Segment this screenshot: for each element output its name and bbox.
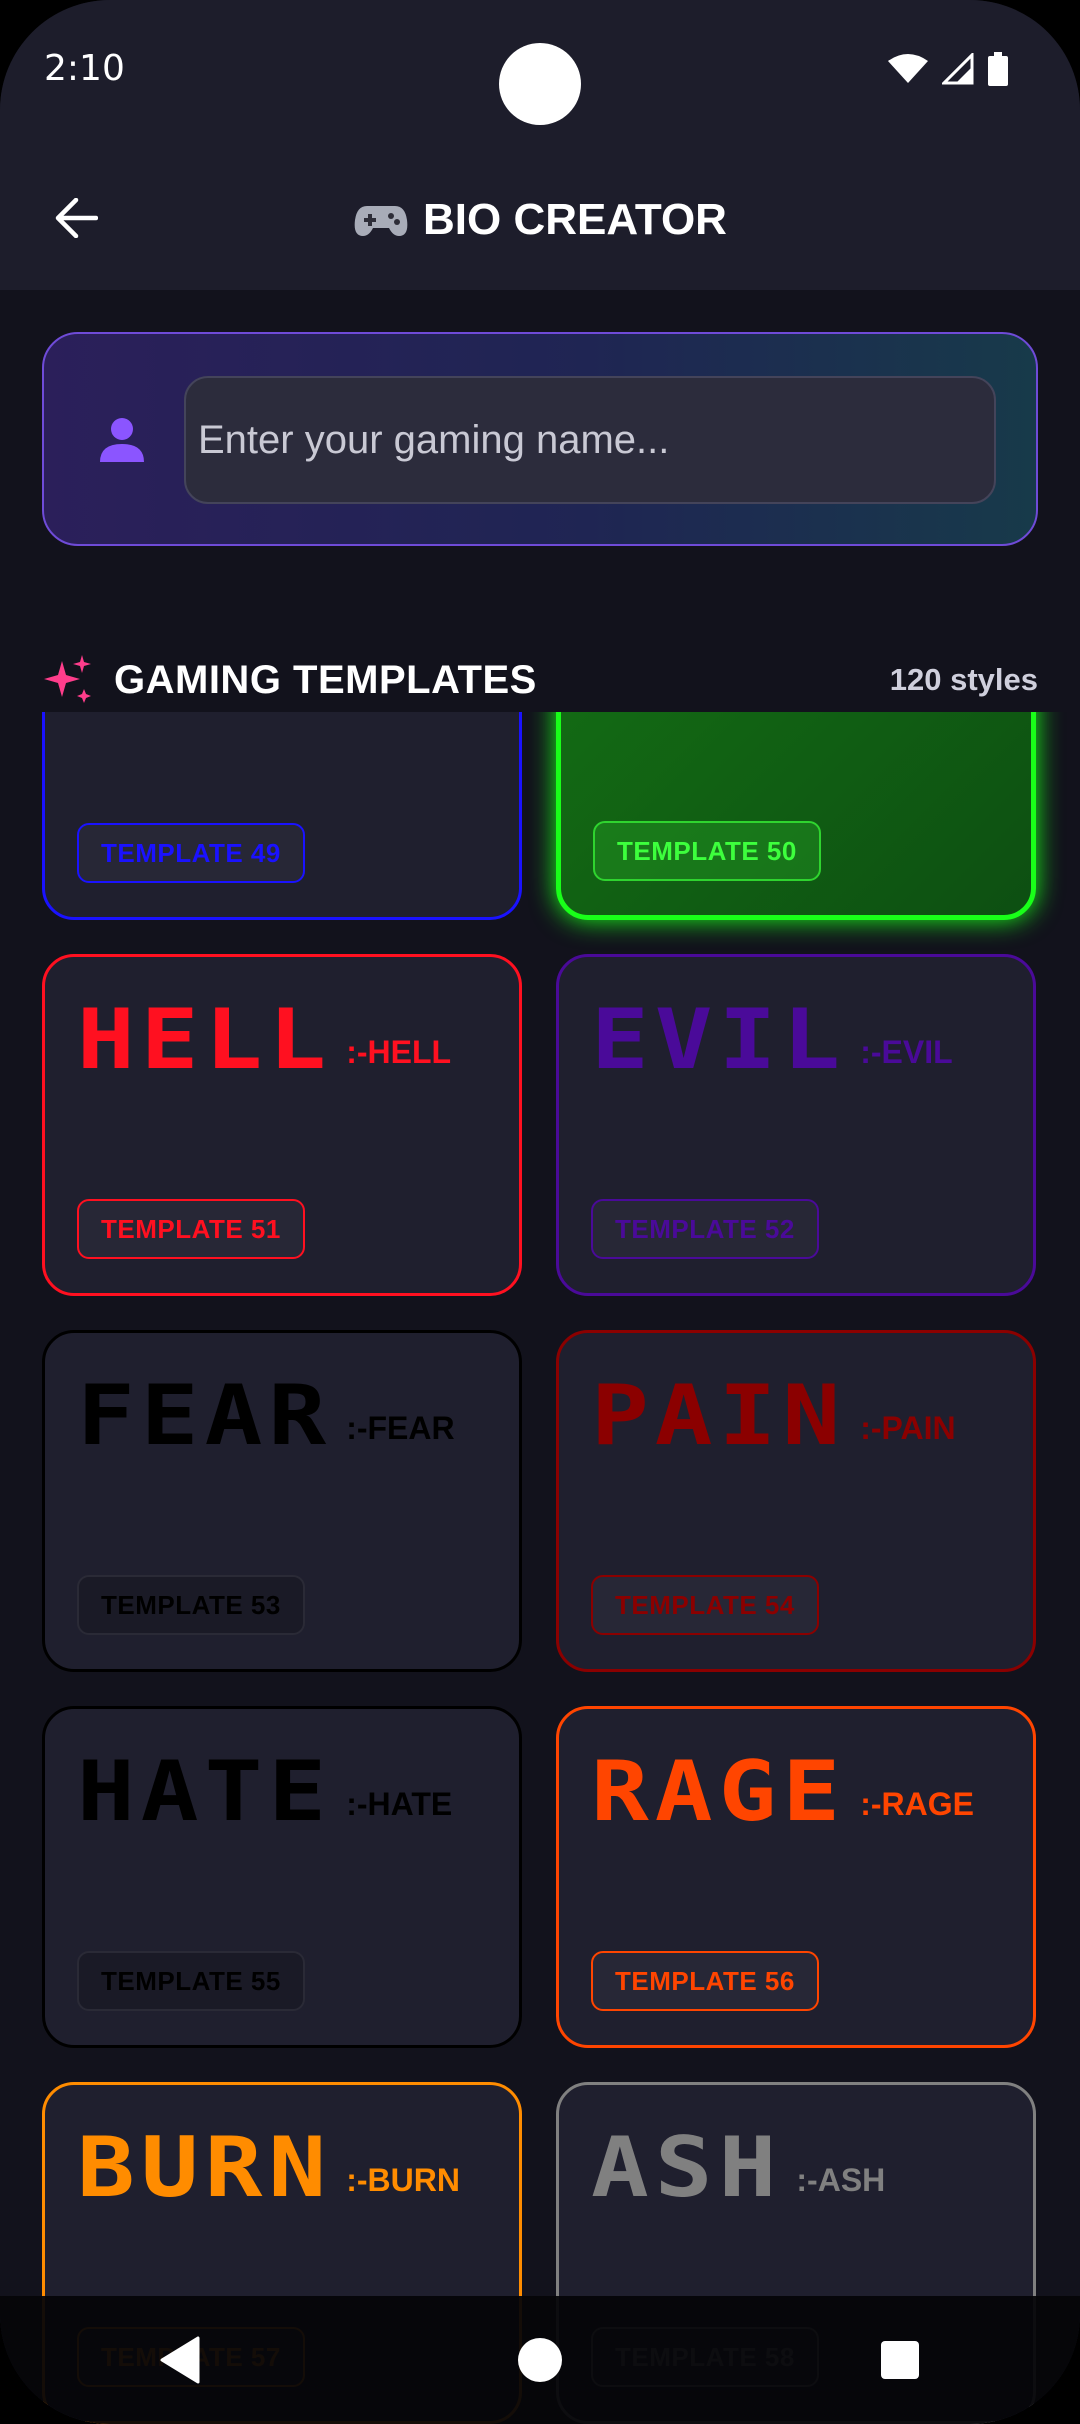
- template-label: TEMPLATE 53: [77, 1575, 305, 1635]
- template-grid: OP:-OPTEMPLATE 49EZ:-EZTEMPLATE 50HELL:-…: [0, 712, 1080, 2424]
- template-card[interactable]: EVIL:-EVIL TEMPLATE 52: [556, 954, 1036, 1296]
- template-word: RAGE: [591, 1743, 847, 1840]
- template-card[interactable]: FEAR:-FEAR TEMPLATE 53: [42, 1330, 522, 1672]
- status-bar: 2:10: [0, 0, 1080, 150]
- battery-icon: [988, 52, 1008, 86]
- template-suffix: :-FEAR: [346, 1410, 455, 1446]
- template-label: TEMPLATE 49: [77, 823, 305, 883]
- template-suffix: :-BURN: [346, 2162, 460, 2198]
- section-title: GAMING TEMPLATES: [114, 657, 537, 702]
- phone-screen: 2:10 BIO CREATOR Enter your gaming name.…: [0, 0, 1080, 2424]
- template-word: PAIN: [591, 1367, 847, 1464]
- template-label: TEMPLATE 52: [591, 1199, 819, 1259]
- template-word: FEAR: [77, 1367, 333, 1464]
- template-card[interactable]: HELL:-HELL TEMPLATE 51: [42, 954, 522, 1296]
- nav-recents-button[interactable]: [860, 2320, 940, 2400]
- template-preview: RAGE:-RAGE: [591, 1737, 974, 1833]
- template-label: TEMPLATE 51: [77, 1199, 305, 1259]
- home-circle-icon: [518, 2338, 562, 2382]
- template-preview: PAIN:-PAIN: [591, 1361, 956, 1457]
- styles-count: 120 styles: [889, 662, 1038, 697]
- template-suffix: :-HELL: [346, 1034, 452, 1070]
- camera-cutout: [499, 43, 581, 125]
- template-suffix: :-PAIN: [860, 1410, 956, 1446]
- sparkle-icon: [44, 655, 91, 703]
- section-header: GAMING TEMPLATES 120 styles: [42, 640, 1038, 720]
- template-suffix: :-EVIL: [860, 1034, 953, 1070]
- template-suffix: :-ASH: [796, 2162, 886, 2198]
- back-triangle-icon: [160, 2336, 200, 2384]
- template-preview: FEAR:-FEAR: [77, 1361, 455, 1457]
- app-bar: BIO CREATOR: [0, 150, 1080, 290]
- template-label: TEMPLATE 56: [591, 1951, 819, 2011]
- status-icons: [888, 52, 1008, 86]
- gamepad-icon: [354, 206, 408, 236]
- template-word: BURN: [77, 2119, 333, 2216]
- template-suffix: :-HATE: [346, 1786, 453, 1822]
- template-card[interactable]: RAGE:-RAGE TEMPLATE 56: [556, 1706, 1036, 2048]
- template-word: ASH: [591, 2119, 783, 2216]
- template-preview: EVIL:-EVIL: [591, 985, 953, 1081]
- page-title: BIO CREATOR: [423, 195, 727, 244]
- template-card[interactable]: PAIN:-PAIN TEMPLATE 54: [556, 1330, 1036, 1672]
- nav-home-button[interactable]: [500, 2320, 580, 2400]
- arrow-left-icon: [55, 198, 98, 238]
- template-word: HATE: [77, 1743, 333, 1840]
- gaming-name-input[interactable]: [184, 376, 996, 504]
- template-preview: HELL:-HELL: [77, 985, 451, 1081]
- name-input-card: [42, 332, 1038, 546]
- template-preview: ASH:-ASH: [591, 2113, 885, 2209]
- signal-icon: [942, 53, 974, 85]
- template-suffix: :-RAGE: [860, 1786, 974, 1822]
- template-label: TEMPLATE 50: [593, 821, 821, 881]
- system-nav-bar: [0, 2296, 1080, 2424]
- status-time: 2:10: [44, 48, 125, 89]
- template-card[interactable]: OP:-OPTEMPLATE 49: [42, 712, 522, 920]
- template-card[interactable]: EZ:-EZTEMPLATE 50: [556, 712, 1036, 920]
- template-label: TEMPLATE 54: [591, 1575, 819, 1635]
- template-preview: HATE:-HATE: [77, 1737, 452, 1833]
- nav-back-button[interactable]: [140, 2320, 220, 2400]
- template-preview: BURN:-BURN: [77, 2113, 460, 2209]
- template-label: TEMPLATE 55: [77, 1951, 305, 2011]
- template-word: EVIL: [591, 991, 847, 1088]
- recents-square-icon: [881, 2341, 919, 2379]
- back-button[interactable]: [48, 190, 104, 246]
- person-icon: [100, 418, 144, 462]
- page-title-wrap: BIO CREATOR: [353, 195, 727, 245]
- template-card[interactable]: HATE:-HATE TEMPLATE 55: [42, 1706, 522, 2048]
- template-word: HELL: [77, 991, 333, 1088]
- wifi-icon: [888, 54, 928, 83]
- main-content: GAMING TEMPLATES 120 styles OP:-OPTEMPLA…: [0, 290, 1080, 2424]
